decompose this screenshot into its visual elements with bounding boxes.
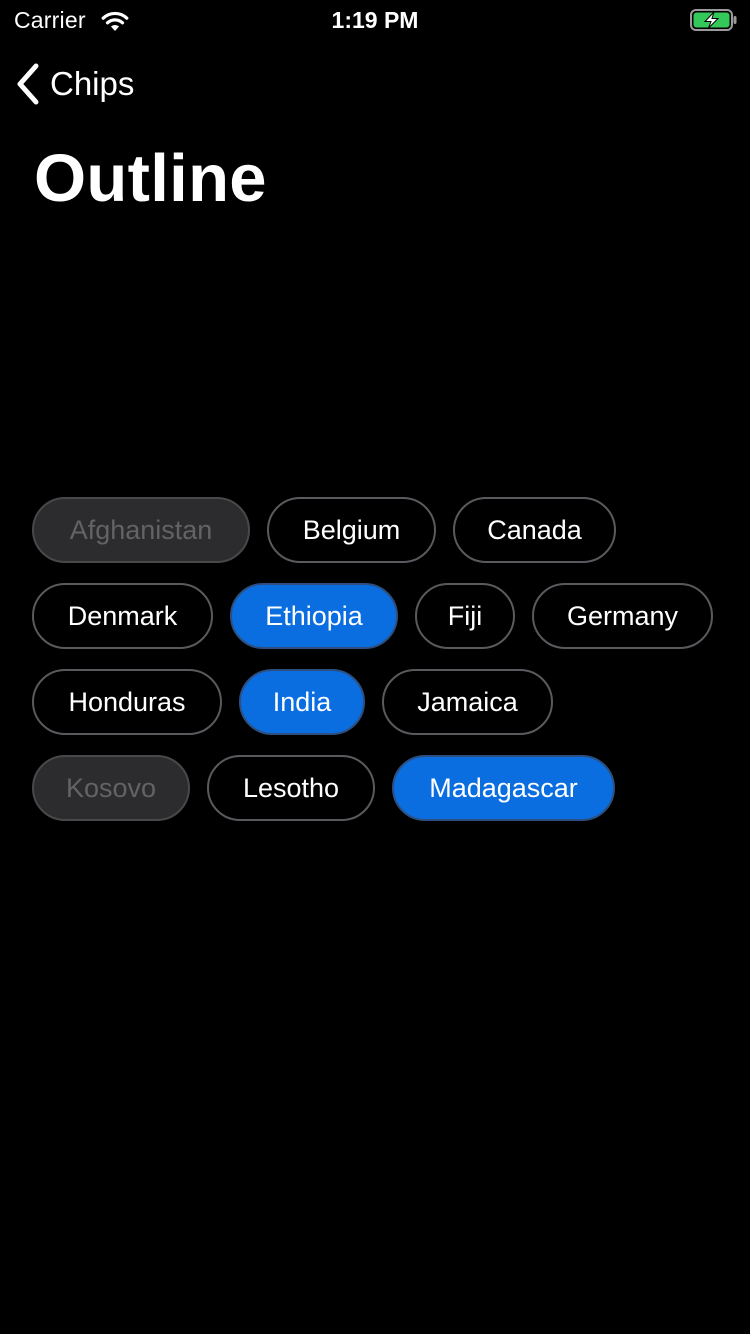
battery-charging-icon bbox=[690, 9, 737, 31]
chip-ethiopia[interactable]: Ethiopia bbox=[230, 583, 398, 649]
chip-jamaica[interactable]: Jamaica bbox=[382, 669, 553, 735]
chip-label: Germany bbox=[566, 600, 679, 631]
chip-label: Denmark bbox=[67, 600, 178, 631]
chip-fiji[interactable]: Fiji bbox=[415, 583, 515, 649]
chip-label: Ethiopia bbox=[265, 600, 363, 631]
status-bar: Carrier 1:19 PM bbox=[0, 0, 750, 40]
chip-afghanistan: Afghanistan bbox=[32, 497, 250, 563]
chip-row: Denmark Ethiopia Fiji Germany bbox=[32, 583, 732, 649]
chip-row: Kosovo Lesotho Madagascar bbox=[32, 755, 732, 821]
chip-label: Madagascar bbox=[429, 772, 578, 803]
chip-label: Canada bbox=[487, 514, 582, 545]
chevron-left-icon bbox=[17, 63, 39, 105]
chip-label: Afghanistan bbox=[69, 514, 213, 545]
back-button[interactable]: Chips bbox=[14, 60, 134, 108]
chip-denmark[interactable]: Denmark bbox=[32, 583, 213, 649]
chip-group: Afghanistan Belgium Canada Denmark Ethio… bbox=[32, 497, 732, 841]
chip-madagascar[interactable]: Madagascar bbox=[392, 755, 615, 821]
chip-label: Lesotho bbox=[242, 772, 340, 803]
back-button-label: Chips bbox=[50, 65, 135, 102]
chip-label: Jamaica bbox=[417, 686, 518, 717]
chip-lesotho[interactable]: Lesotho bbox=[207, 755, 375, 821]
chip-honduras[interactable]: Honduras bbox=[32, 669, 222, 735]
chip-label: Belgium bbox=[302, 514, 401, 545]
chip-canada[interactable]: Canada bbox=[453, 497, 616, 563]
chip-row: Afghanistan Belgium Canada bbox=[32, 497, 732, 563]
chip-label: Honduras bbox=[68, 686, 186, 717]
chip-label: Kosovo bbox=[65, 772, 157, 803]
chip-belgium[interactable]: Belgium bbox=[267, 497, 436, 563]
chip-kosovo: Kosovo bbox=[32, 755, 190, 821]
chip-row: Honduras India Jamaica bbox=[32, 669, 732, 735]
clock-time: 1:19 PM bbox=[331, 7, 419, 33]
page-title: Outline bbox=[34, 141, 267, 216]
chip-label: India bbox=[272, 686, 332, 717]
chip-germany[interactable]: Germany bbox=[532, 583, 713, 649]
chip-label: Fiji bbox=[447, 600, 483, 631]
chip-india[interactable]: India bbox=[239, 669, 365, 735]
